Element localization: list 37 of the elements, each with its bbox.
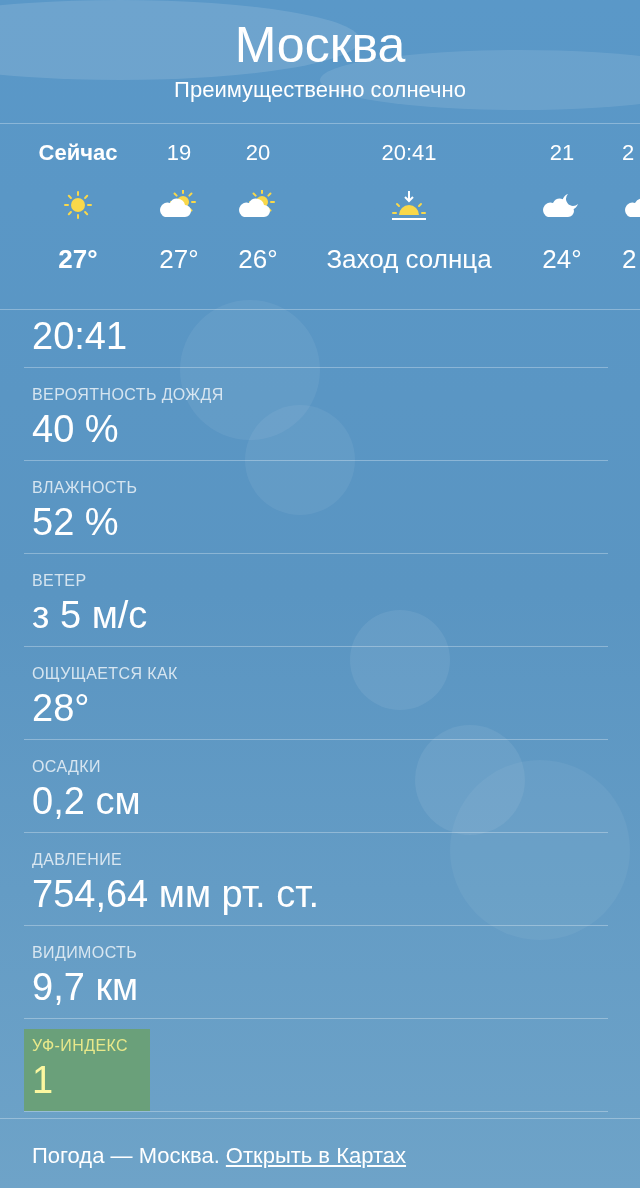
hour-temperature: 24°	[542, 243, 582, 275]
detail-label: ВЛАЖНОСТЬ	[32, 478, 139, 498]
detail-label: ДАВЛЕНИЕ	[32, 850, 124, 870]
detail-value: 28°	[32, 686, 91, 731]
detail-label: ВИДИМОСТЬ	[32, 943, 139, 963]
hour-label: 20	[245, 139, 271, 167]
footer-text: Погода — Москва.	[32, 1142, 220, 1170]
detail-value: 40 %	[32, 407, 120, 452]
detail-label: ВЕТЕР	[32, 571, 88, 591]
detail-value: 52 %	[32, 500, 120, 545]
sun-icon	[63, 190, 93, 220]
detail-label: ВЕРОЯТНОСТЬ ДОЖДЯ	[32, 385, 224, 405]
hour-label: 20:41	[381, 139, 437, 167]
hour-label: 21	[549, 139, 575, 167]
detail-value: 754,64 мм рт. ст.	[32, 872, 319, 917]
detail-label: УФ-ИНДЕКС	[32, 1036, 129, 1056]
detail-value: 1	[32, 1058, 55, 1103]
detail-value: 9,7 км	[32, 965, 140, 1010]
hour-temperature: 26°	[238, 243, 278, 275]
sun-cloud-icon	[159, 190, 199, 220]
hour-label: Сейчас	[38, 139, 118, 167]
hour-temperature: Заход солнца	[326, 243, 492, 275]
detail-value: 20:41	[32, 314, 129, 359]
detail-value: з 5 м/с	[32, 593, 148, 638]
detail-value: 0,2 см	[32, 779, 142, 824]
weather-condition: Преимущественно солнечно	[174, 76, 466, 104]
hour-label: 19	[166, 139, 192, 167]
hour-label: 2	[622, 139, 635, 167]
detail-label: ОЩУЩАЕТСЯ КАК	[32, 664, 178, 684]
detail-label: ОСАДКИ	[32, 757, 102, 777]
sunset-icon	[391, 189, 427, 221]
hour-temperature: 2	[622, 243, 637, 275]
hour-temperature: 27°	[58, 243, 98, 275]
sun-cloud-icon	[238, 190, 278, 220]
city-name: Москва	[234, 16, 406, 75]
maps-link[interactable]: Открыть в Картах	[225, 1141, 407, 1171]
hour-temperature: 27°	[159, 243, 199, 275]
